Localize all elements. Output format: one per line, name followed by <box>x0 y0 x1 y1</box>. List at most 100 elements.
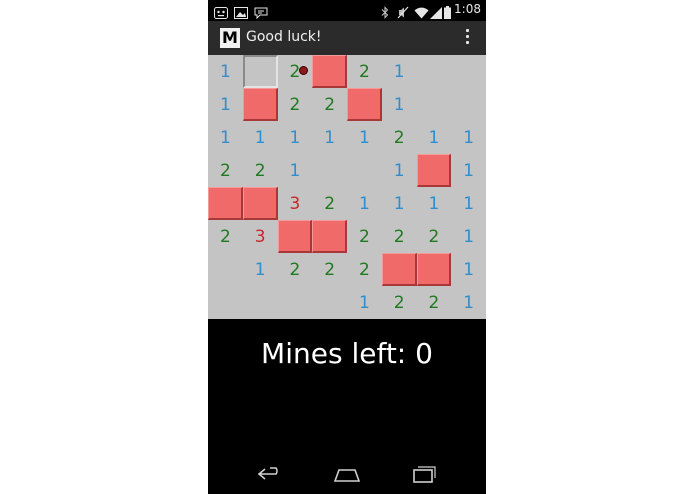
phone-screen: 1:08 M Good luck! 1221122111111211221113… <box>208 0 486 494</box>
empty-cell[interactable] <box>312 154 347 187</box>
minesweeper-board: 1221122111111211221113211112322211222112… <box>208 55 486 319</box>
empty-cell[interactable] <box>417 88 452 121</box>
number-cell[interactable]: 1 <box>382 154 417 187</box>
number-cell[interactable]: 1 <box>451 253 486 286</box>
flagged-cell[interactable] <box>416 253 452 286</box>
number-cell[interactable]: 2 <box>382 121 417 154</box>
number-cell[interactable]: 1 <box>278 121 313 154</box>
number-cell[interactable]: 2 <box>278 88 313 121</box>
cell-number: 1 <box>463 193 475 214</box>
recent-apps-icon[interactable] <box>410 464 438 488</box>
number-cell[interactable]: 1 <box>382 55 417 88</box>
number-cell[interactable]: 2 <box>417 220 452 253</box>
flagged-cell[interactable] <box>416 154 452 187</box>
number-cell[interactable]: 1 <box>417 121 452 154</box>
empty-cell[interactable] <box>451 88 486 121</box>
flagged-cell[interactable] <box>312 220 347 253</box>
empty-cell[interactable] <box>208 286 243 319</box>
number-cell[interactable]: 1 <box>382 187 417 220</box>
flagged-cell[interactable] <box>277 220 313 253</box>
cell-number: 2 <box>393 292 405 313</box>
empty-cell[interactable] <box>312 286 347 319</box>
cell-number: 3 <box>289 193 301 214</box>
cell-number: 1 <box>219 127 231 148</box>
cell-number: 1 <box>358 292 370 313</box>
number-cell[interactable]: 2 <box>208 154 243 187</box>
number-cell[interactable]: 2 <box>312 88 347 121</box>
number-cell[interactable]: 2 <box>278 55 313 88</box>
cell-number: 2 <box>324 193 336 214</box>
number-cell[interactable]: 2 <box>382 286 417 319</box>
cell-number: 2 <box>358 61 370 82</box>
cell-number: 1 <box>393 94 405 115</box>
cell-number: 1 <box>428 193 440 214</box>
unrevealed-cell[interactable] <box>242 55 278 88</box>
cell-number: 2 <box>428 226 440 247</box>
cell-number: 2 <box>393 226 405 247</box>
number-cell[interactable]: 1 <box>347 121 382 154</box>
number-cell[interactable]: 1 <box>278 154 313 187</box>
cell-number: 2 <box>219 160 231 181</box>
flagged-cell[interactable] <box>381 253 417 286</box>
number-cell[interactable]: 1 <box>243 121 278 154</box>
cell-number: 1 <box>463 259 475 280</box>
number-cell[interactable]: 3 <box>278 187 313 220</box>
number-cell[interactable]: 1 <box>451 286 486 319</box>
cell-number: 1 <box>254 127 266 148</box>
number-cell[interactable]: 2 <box>208 220 243 253</box>
empty-cell[interactable] <box>278 286 313 319</box>
empty-cell[interactable] <box>208 253 243 286</box>
number-cell[interactable]: 2 <box>347 220 382 253</box>
number-cell[interactable]: 1 <box>347 187 382 220</box>
cell-number: 1 <box>463 292 475 313</box>
number-cell[interactable]: 2 <box>347 55 382 88</box>
number-cell[interactable]: 1 <box>382 88 417 121</box>
number-cell[interactable]: 1 <box>347 286 382 319</box>
flagged-cell[interactable] <box>242 187 278 220</box>
number-cell[interactable]: 2 <box>312 253 347 286</box>
flagged-cell[interactable] <box>208 187 243 220</box>
number-cell[interactable]: 1 <box>208 121 243 154</box>
number-cell[interactable]: 1 <box>417 187 452 220</box>
number-cell[interactable]: 1 <box>451 220 486 253</box>
cell-number: 1 <box>393 193 405 214</box>
number-cell[interactable]: 1 <box>208 55 243 88</box>
mines-left-counter: Mines left: 0 <box>261 337 433 370</box>
number-cell[interactable]: 1 <box>451 154 486 187</box>
cell-number: 1 <box>219 94 231 115</box>
cell-number: 2 <box>219 226 231 247</box>
empty-cell[interactable] <box>347 154 382 187</box>
number-cell[interactable]: 3 <box>243 220 278 253</box>
status-bar: 1:08 <box>208 0 486 21</box>
cell-number: 1 <box>463 160 475 181</box>
flagged-cell[interactable] <box>347 88 382 121</box>
number-cell[interactable]: 1 <box>451 187 486 220</box>
cell-number: 3 <box>254 226 266 247</box>
overflow-menu-icon[interactable] <box>464 29 470 47</box>
empty-cell[interactable] <box>243 286 278 319</box>
empty-cell[interactable] <box>417 55 452 88</box>
empty-cell[interactable] <box>451 55 486 88</box>
number-cell[interactable]: 2 <box>347 253 382 286</box>
number-cell[interactable]: 1 <box>451 121 486 154</box>
cell-number: 1 <box>219 61 231 82</box>
number-cell[interactable]: 2 <box>382 220 417 253</box>
number-cell[interactable]: 2 <box>417 286 452 319</box>
number-cell[interactable]: 2 <box>243 154 278 187</box>
number-cell[interactable]: 1 <box>208 88 243 121</box>
number-cell[interactable]: 2 <box>278 253 313 286</box>
cell-number: 1 <box>393 160 405 181</box>
cell-number: 2 <box>324 94 336 115</box>
number-cell[interactable]: 1 <box>312 121 347 154</box>
back-icon[interactable] <box>256 464 284 488</box>
number-cell[interactable]: 2 <box>312 187 347 220</box>
cell-number: 1 <box>358 127 370 148</box>
cell-number: 1 <box>463 127 475 148</box>
flagged-cell[interactable] <box>242 88 278 121</box>
flagged-cell[interactable] <box>312 55 347 88</box>
cell-number: 2 <box>428 292 440 313</box>
status-time: 1:08 <box>454 2 481 16</box>
number-cell[interactable]: 1 <box>243 253 278 286</box>
cell-number: 1 <box>428 127 440 148</box>
home-icon[interactable] <box>333 464 361 488</box>
